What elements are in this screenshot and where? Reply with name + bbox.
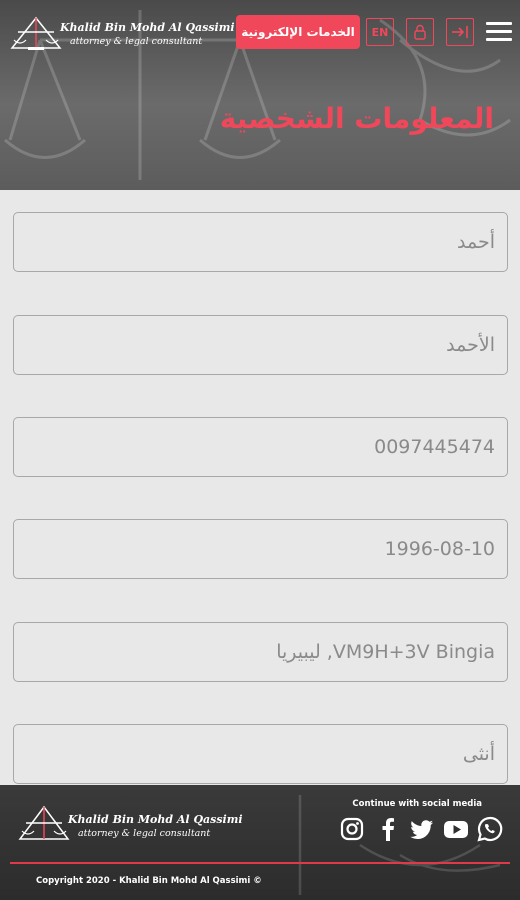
first-name-value: أحمد	[457, 231, 495, 253]
phone-field[interactable]: 0097445474	[13, 417, 508, 477]
footer-scales-logo-icon	[18, 805, 70, 840]
gender-field[interactable]: أنثى	[13, 724, 508, 784]
birth-date-value: 1996-08-10	[384, 538, 495, 560]
instagram-icon[interactable]	[338, 815, 366, 843]
language-label: EN	[371, 25, 389, 39]
login-icon	[452, 26, 468, 38]
last-name-field[interactable]: الأحمد	[13, 315, 508, 375]
birth-date-field[interactable]: 1996-08-10	[13, 519, 508, 579]
address-field[interactable]: VM9H+3V Bingia, ليبيريا	[13, 622, 508, 682]
hamburger-menu-icon[interactable]	[486, 22, 512, 42]
logo-subtitle: attorney & legal consultant	[70, 36, 203, 47]
youtube-icon[interactable]	[442, 815, 470, 843]
personal-info-form: أحمد الأحمد 0097445474 1996-08-10 VM9H+3…	[0, 190, 520, 785]
last-name-value: الأحمد	[446, 334, 495, 356]
eservices-button[interactable]: الخدمات الإلكترونية	[236, 15, 360, 49]
gender-value: أنثى	[462, 743, 495, 765]
footer-logo-subtitle: attorney & legal consultant	[78, 828, 211, 839]
social-label: Continue with social media	[352, 799, 482, 809]
account-lock-button[interactable]	[406, 18, 434, 46]
footer-logo-name: Khalid Bin Mohd Al Qassimi	[68, 813, 243, 826]
address-value: VM9H+3V Bingia, ليبيريا	[276, 641, 495, 663]
copyright-text: Copyright 2020 - Khalid Bin Mohd Al Qass…	[36, 876, 262, 886]
first-name-field[interactable]: أحمد	[13, 212, 508, 272]
phone-value: 0097445474	[374, 436, 495, 458]
logo-name: Khalid Bin Mohd Al Qassimi	[60, 21, 235, 34]
lock-icon	[414, 24, 426, 40]
footer-divider	[10, 862, 510, 864]
whatsapp-icon[interactable]	[476, 815, 504, 843]
page-title: المعلومات الشخصية	[219, 102, 494, 135]
social-links	[338, 815, 508, 843]
header: Khalid Bin Mohd Al Qassimi attorney & le…	[0, 0, 520, 190]
scales-logo-icon	[10, 16, 62, 50]
language-toggle-button[interactable]: EN	[366, 18, 394, 46]
footer-logo[interactable]: Khalid Bin Mohd Al Qassimi attorney & le…	[14, 803, 243, 843]
login-button[interactable]	[446, 18, 474, 46]
logo[interactable]: Khalid Bin Mohd Al Qassimi attorney & le…	[8, 14, 235, 54]
twitter-icon[interactable]	[408, 815, 436, 843]
facebook-icon[interactable]	[374, 815, 402, 843]
footer: Khalid Bin Mohd Al Qassimi attorney & le…	[0, 785, 520, 900]
